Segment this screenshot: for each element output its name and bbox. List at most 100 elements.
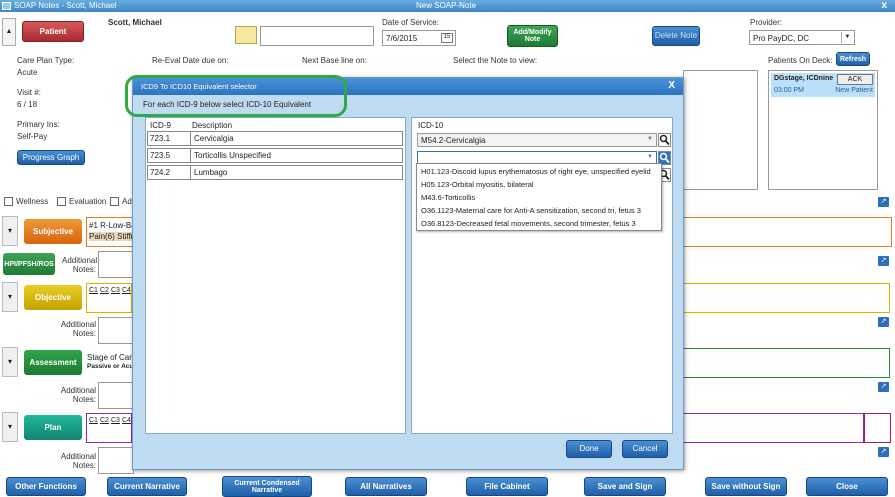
file-cabinet-button[interactable]: File Cabinet [466,477,548,496]
plan-chip-c3[interactable]: C3 [111,417,120,424]
icd9-row[interactable]: 724.2 Lumbago [147,165,403,180]
cancel-button[interactable]: Cancel [622,440,668,458]
plan-content[interactable]: C1 C2 C3 C4 [86,413,132,443]
dialog-close-icon[interactable]: X [668,80,675,91]
plan-content-extra[interactable] [864,413,891,443]
expand-icon[interactable]: ↗ [878,256,889,266]
plan-chip-c4[interactable]: C4 [122,417,131,424]
current-condensed-narrative-button[interactable]: Current Condensed Narrative [222,476,312,497]
icd9-row[interactable]: 723.5 Torticollis Unspecified [147,148,403,163]
cell-divider [190,132,191,145]
provider-select[interactable]: Pro PayDC, DC ▼ [749,30,855,45]
expand-icon[interactable]: ↗ [878,382,889,392]
subjective-button[interactable]: Subjective [24,219,82,244]
plan-chip-c1[interactable]: C1 [89,417,98,424]
other-functions-button[interactable]: Other Functions [6,477,86,496]
assessment-additional-notes[interactable] [98,382,134,409]
objective-additional-notes[interactable] [98,317,134,344]
dropdown-option[interactable]: H05.123-Orbital myositis, bilateral [421,180,534,189]
chevron-down-icon[interactable]: ▼ [647,154,653,160]
evaluation-checkbox[interactable] [57,197,66,206]
objective-content[interactable]: C1 C2 C3 C4 [86,283,132,313]
visit-label: Visit #: [17,88,41,97]
expand-icon[interactable]: ↗ [878,447,889,457]
hpi-button[interactable]: HPI/PFSH/ROS [3,253,55,275]
select-note-label: Select the Note to view: [453,56,538,65]
icd10-select[interactable]: M54.2-Cervicalgia ▼ [417,133,657,147]
patient-button[interactable]: Patient [22,21,84,42]
add-modify-note-button[interactable]: Add/Modify Note [507,25,558,47]
objective-button[interactable]: Objective [24,285,82,310]
save-and-sign-button[interactable]: Save and Sign [584,477,666,496]
expand-icon[interactable]: ↗ [878,197,889,207]
dropdown-option[interactable]: O36.1123-Maternal care for Anti-A sensit… [421,206,641,215]
icd10-header: ICD-10 [418,121,444,130]
search-icon[interactable] [658,133,671,147]
window-close-icon[interactable]: x [881,0,887,11]
calendar-icon[interactable]: 15 [441,33,453,43]
plan-content-right[interactable] [682,413,864,443]
plan-toggle-icon[interactable]: ▾ [2,412,18,442]
subjective-toggle-icon[interactable]: ▾ [2,216,18,246]
date-of-service-field[interactable]: 7/6/2015 15 [382,30,456,46]
assessment-button[interactable]: Assessment [24,350,82,375]
dropdown-option[interactable]: H01.123-Discoid lupus erythematosus of r… [421,167,651,176]
patients-on-deck-list[interactable]: DGstage, ICDnine 03:00 PM New Patient AC… [768,70,878,190]
collapse-up-icon[interactable]: ▲ [2,18,16,46]
done-button[interactable]: Done [566,440,612,458]
all-narratives-button[interactable]: All Narratives [345,477,427,496]
assessment-toggle-icon[interactable]: ▾ [2,347,18,377]
evaluation-label: Evaluation [69,197,107,206]
refresh-button[interactable]: Refresh [836,52,870,66]
care-plan-type-value: Acute [17,68,38,77]
ack-button[interactable]: ACK [837,74,873,85]
additional-notes-label: Additional Notes: [60,452,96,470]
reeval-label: Re-Eval Date due on: [152,56,229,65]
assessment-content[interactable]: Stage of Care Passive or Acu [86,348,136,378]
wellness-checkbox[interactable] [4,197,13,206]
current-narrative-button[interactable]: Current Narrative [107,477,187,496]
icd9-row[interactable]: 723.1 Cervicalgia [147,131,403,146]
additional-notes-label: Additional Notes: [60,320,96,338]
chevron-down-icon[interactable]: ▼ [647,136,653,142]
title-bar: SOAP Notes - Scott, Michael New SOAP-Not… [0,0,895,12]
app-icon [2,2,11,10]
assessment-text1: Stage of Care [87,353,137,362]
objective-chip-c2[interactable]: C2 [100,287,109,294]
objective-chip-c1[interactable]: C1 [89,287,98,294]
dropdown-option[interactable]: M43.6-Torticollis [421,193,475,202]
objective-toggle-icon[interactable]: ▾ [2,282,18,312]
visit-value: 6 / 18 [17,100,38,109]
icd9-pane: ICD-9 Description 723.1 Cervicalgia 723.… [145,117,406,434]
plan-additional-notes[interactable] [98,447,134,474]
subjective-additional-notes[interactable] [98,251,134,278]
subjective-text2: Pain(6) Stiffn [89,232,136,241]
objective-chip-c3[interactable]: C3 [111,287,120,294]
progress-graph-button[interactable]: Progress Graph [17,150,85,165]
notepad-icon[interactable] [235,26,257,44]
plan-button[interactable]: Plan [24,415,82,440]
icd-selector-dialog: ICD9 To ICD10 Equivalent selector X For … [132,77,684,470]
assessment-content-right[interactable] [682,348,890,378]
dropdown-option[interactable]: O36.8123-Decreased fetal movements, seco… [421,219,636,228]
icd10-dropdown-list[interactable]: H01.123-Discoid lupus erythematosus of r… [416,163,662,231]
objective-content-right[interactable] [682,283,890,313]
patient-notes-field[interactable] [260,26,374,46]
note-list[interactable] [683,70,758,190]
deck-status: New Patient [835,87,873,94]
patient-name: Scott, Michael [108,18,162,27]
plan-chip-c2[interactable]: C2 [100,417,109,424]
care-plan-type-label: Care Plan Type: [17,56,75,65]
assessment-text2: Passive or Acu [87,363,134,370]
window-center-title: New SOAP-Note [416,1,477,10]
date-of-service-label: Date of Service: [382,18,439,27]
patients-on-deck-label: Patients On Deck: [768,56,833,65]
save-without-sign-button[interactable]: Save without Sign [705,477,787,496]
expand-icon[interactable]: ↗ [878,317,889,327]
delete-note-button[interactable]: Delete Note [652,26,700,46]
close-button[interactable]: Close [806,477,888,496]
addendum-checkbox[interactable] [110,197,119,206]
chevron-down-icon[interactable]: ▼ [841,32,853,43]
objective-chip-c4[interactable]: C4 [122,287,131,294]
deck-item[interactable]: DGstage, ICDnine 03:00 PM New Patient AC… [771,73,875,97]
